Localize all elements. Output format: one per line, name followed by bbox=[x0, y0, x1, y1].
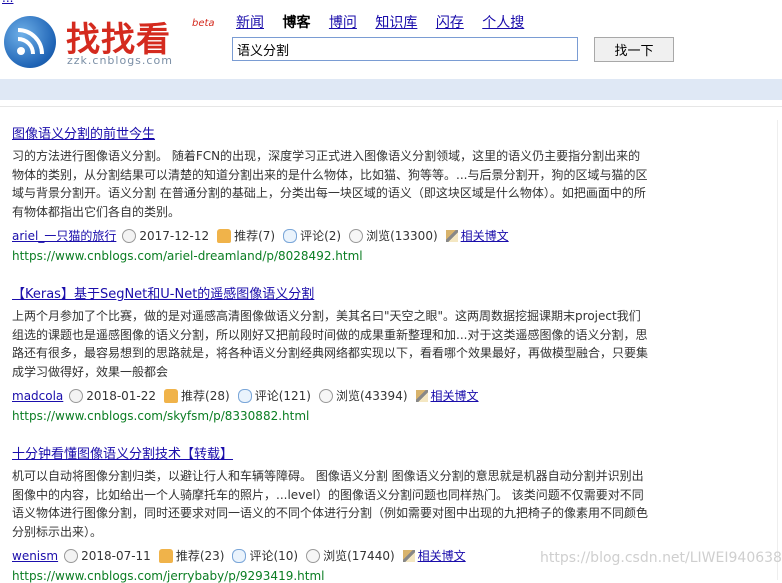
nav-news[interactable]: 新闻 bbox=[236, 15, 264, 31]
view-icon bbox=[306, 548, 321, 563]
thumbs-up-icon bbox=[217, 228, 232, 243]
result-title[interactable]: 图像语义分割的前世今生 bbox=[12, 123, 652, 142]
logo-rss-icon bbox=[4, 16, 56, 68]
result-item: 【Keras】基于SegNet和U-Net的遥感图像语义分割 上两个月参加了个比… bbox=[12, 283, 652, 423]
nav-kb[interactable]: 知识库 bbox=[375, 15, 417, 31]
nav-ing[interactable]: 闪存 bbox=[436, 15, 464, 31]
result-likes: 推荐(28) bbox=[181, 389, 230, 403]
result-author[interactable]: madcola bbox=[12, 389, 63, 403]
result-snippet: 习的方法进行图像语义分割。 随着FCN的出现，深度学习正式进入图像语义分割领域，… bbox=[12, 149, 648, 219]
search-input[interactable] bbox=[232, 37, 578, 61]
header-band bbox=[0, 79, 782, 100]
right-border bbox=[777, 120, 778, 580]
result-date: 2018-01-22 bbox=[86, 388, 157, 403]
related-posts-link[interactable]: 相关博文 bbox=[418, 547, 466, 564]
related-posts-link[interactable]: 相关博文 bbox=[431, 387, 479, 404]
pencil-icon bbox=[445, 229, 458, 242]
clock-icon bbox=[64, 548, 79, 563]
result-author[interactable]: ariel_一只猫的旅行 bbox=[12, 227, 116, 244]
site-logo[interactable]: 找找看 beta zzk.cnblogs.com bbox=[4, 10, 215, 70]
nav-blog[interactable]: 博客 bbox=[282, 15, 310, 31]
pencil-icon bbox=[402, 549, 415, 562]
pencil-icon bbox=[415, 389, 428, 402]
clock-icon bbox=[122, 228, 137, 243]
result-author[interactable]: wenism bbox=[12, 549, 58, 563]
result-title[interactable]: 十分钟看懂图像语义分割技术【转载】 bbox=[12, 443, 652, 462]
result-views: 浏览(43394) bbox=[335, 389, 408, 403]
nav-personal[interactable]: 个人搜 bbox=[482, 15, 524, 31]
comment-icon bbox=[237, 388, 252, 403]
result-url[interactable]: https://www.cnblogs.com/ariel-dreamland/… bbox=[12, 249, 652, 263]
result-meta: madcola 2018-01-22 推荐(28) 评论(121) 浏览(433… bbox=[12, 387, 652, 404]
result-comments: 评论(10) bbox=[249, 549, 299, 563]
result-meta: ariel_一只猫的旅行 2017-12-12 推荐(7) 评论(2) 浏览(1… bbox=[12, 227, 652, 244]
result-views: 浏览(17440) bbox=[323, 549, 395, 563]
comment-icon bbox=[232, 548, 247, 563]
logo-beta: beta bbox=[192, 18, 215, 29]
result-url[interactable]: https://www.cnblogs.com/skyfsm/p/8330882… bbox=[12, 409, 652, 423]
view-icon bbox=[349, 228, 364, 243]
result-likes: 推荐(7) bbox=[234, 229, 276, 243]
divider bbox=[0, 106, 782, 107]
nav-question[interactable]: 博问 bbox=[329, 15, 357, 31]
related-posts-link[interactable]: 相关博文 bbox=[461, 227, 509, 244]
result-comments: 评论(121) bbox=[254, 389, 311, 403]
result-date: 2017-12-12 bbox=[139, 228, 210, 243]
thumbs-up-icon bbox=[158, 548, 173, 563]
result-date: 2018-07-11 bbox=[81, 548, 151, 563]
result-snippet: 机可以自动将图像分割归类，以避让行人和车辆等障碍。 图像语义分割 图像语义分割的… bbox=[12, 469, 649, 539]
result-comments: 评论(2) bbox=[300, 229, 342, 243]
comment-icon bbox=[283, 228, 298, 243]
thumbs-up-icon bbox=[164, 388, 179, 403]
top-nav: 新闻 博客 博问 知识库 闪存 个人搜 bbox=[236, 12, 538, 32]
result-snippet: 上两个月参加了个比赛，做的是对遥感高清图像做语义分割，美其名曰"天空之眼"。这两… bbox=[12, 309, 649, 379]
result-title[interactable]: 【Keras】基于SegNet和U-Net的遥感图像语义分割 bbox=[12, 283, 652, 302]
clock-icon bbox=[69, 388, 84, 403]
view-icon bbox=[318, 388, 333, 403]
search-button[interactable]: 找一下 bbox=[594, 37, 674, 62]
result-url[interactable]: https://www.cnblogs.com/jerrybaby/p/9293… bbox=[12, 569, 652, 583]
result-item: 图像语义分割的前世今生 习的方法进行图像语义分割。 随着FCN的出现，深度学习正… bbox=[12, 123, 652, 263]
result-likes: 推荐(23) bbox=[175, 549, 225, 563]
logo-domain: zzk.cnblogs.com bbox=[67, 54, 173, 67]
top-link[interactable]: ... bbox=[2, 0, 13, 5]
result-views: 浏览(13300) bbox=[366, 229, 438, 243]
watermark: https://blog.csdn.net/LIWEI940638093 bbox=[540, 550, 782, 566]
